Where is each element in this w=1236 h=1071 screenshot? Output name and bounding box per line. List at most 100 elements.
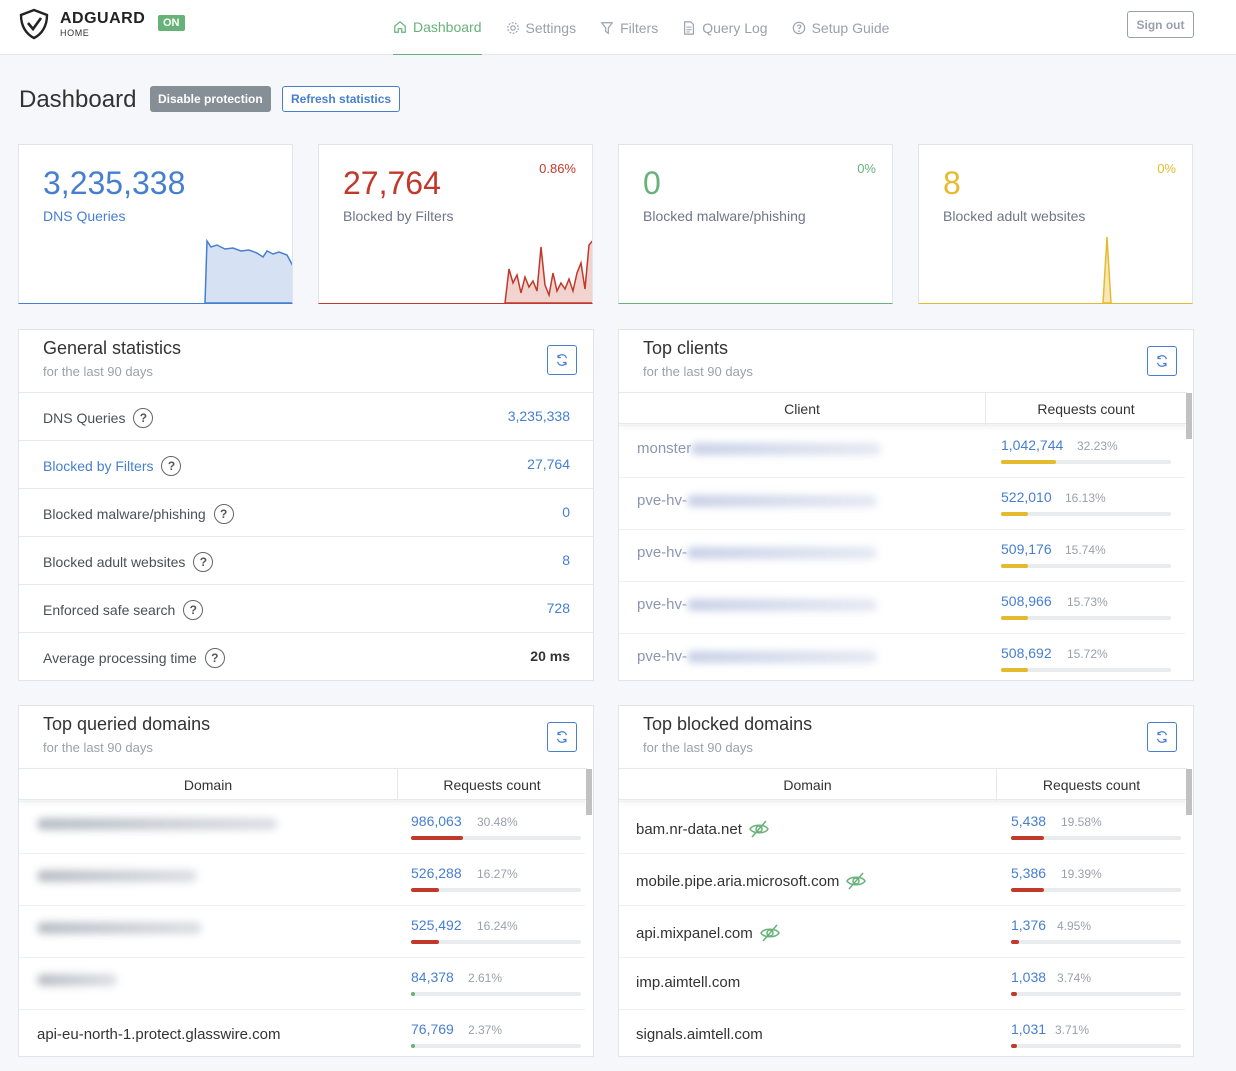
redacted-text [687,546,878,559]
domain-name[interactable]: api-eu-north-1.protect.glasswire.com [37,1026,280,1043]
redacted-domain[interactable] [37,974,117,986]
filter-icon [600,21,614,34]
help-icon[interactable]: ? [213,504,234,524]
refresh-general-button[interactable] [547,345,577,375]
panel-subtitle: for the last 90 days [643,364,753,379]
redacted-domain[interactable] [37,922,202,934]
request-count: 509,176 [1001,541,1052,557]
client-name[interactable]: pve-hv- [637,596,687,613]
refresh-icon [557,731,567,743]
progress-bar [411,836,581,840]
domain-name[interactable]: bam.nr-data.net [636,821,742,838]
nav-setup-guide[interactable]: Setup Guide [792,0,889,55]
request-percent: 16.13% [1065,491,1106,505]
stat-percent: 0% [1157,161,1176,176]
table-row: 84,378 2.61% [19,957,585,1009]
refresh-icon [1157,355,1167,367]
sign-out-button[interactable]: Sign out [1127,11,1194,38]
request-percent: 15.74% [1065,543,1106,557]
request-percent: 19.39% [1061,867,1102,881]
refresh-statistics-button[interactable]: Refresh statistics [282,86,401,112]
help-icon[interactable]: ? [193,552,214,572]
client-name[interactable]: pve-hv- [637,648,687,665]
progress-fill [1011,940,1020,944]
progress-fill [1001,668,1028,672]
row-label: Blocked adult websites [43,554,186,570]
help-icon[interactable]: ? [204,648,225,668]
request-percent: 3.71% [1055,1023,1090,1037]
column-header-requests[interactable]: Requests count [996,777,1187,793]
stat-value: 8 [943,165,961,201]
request-percent: 30.48% [477,815,518,829]
progress-fill [411,992,416,996]
logo-title: ADGUARD [60,9,146,27]
redacted-text [687,494,878,507]
progress-bar [1011,940,1181,944]
row-value: 20 ms [530,648,570,664]
client-name[interactable]: pve-hv- [637,544,687,561]
progress-fill [1011,836,1045,840]
nav-settings[interactable]: Settings [506,0,576,55]
help-circle-icon [792,21,805,34]
scrollbar[interactable] [1186,769,1192,815]
request-count: 508,692 [1001,645,1052,661]
table-row: bam.nr-data.net 5,438 19.58% [619,801,1185,853]
table-row: imp.aimtell.com 1,038 3.74% [619,957,1185,1009]
column-header-requests[interactable]: Requests count [397,777,587,793]
request-percent: 15.72% [1067,647,1108,661]
domain-name[interactable]: signals.aimtell.com [636,1026,763,1043]
progress-bar [1011,992,1181,996]
help-icon[interactable]: ? [183,600,204,620]
request-percent: 19.58% [1061,815,1102,829]
help-icon[interactable]: ? [133,408,154,428]
row-value: 728 [546,600,570,616]
progress-fill [1001,616,1028,620]
progress-fill [411,888,439,892]
refresh-clients-button[interactable] [1147,346,1177,376]
progress-fill [411,836,463,840]
redacted-domain[interactable] [37,818,277,830]
stat-row-adult: Blocked adult websites? 8 [19,536,593,584]
request-count: 5,438 [1011,813,1047,829]
tracker-eye-slash-icon[interactable] [748,818,770,840]
adguard-logo[interactable]: ADGUARD HOME [18,8,145,40]
stat-card-blocked-filters: 27,764 Blocked by Filters 0.86% [318,144,593,304]
progress-fill [1011,1044,1018,1048]
logo-subtitle: HOME [60,27,90,38]
row-label-link[interactable]: Blocked by Filters [43,458,153,474]
nav-filters[interactable]: Filters [600,0,658,55]
column-header-domain[interactable]: Domain [619,777,996,793]
help-icon[interactable]: ? [161,456,182,476]
disable-protection-button[interactable]: Disable protection [150,86,271,112]
table-row: monster 1,042,744 32.23% [619,425,1185,477]
tracker-eye-slash-icon[interactable] [845,870,867,892]
top-queried-domains-panel: Top queried domains for the last 90 days… [18,705,594,1057]
nav-query-log[interactable]: Query Log [682,0,768,55]
stat-label: Blocked adult websites [943,208,1086,224]
tracker-eye-slash-icon[interactable] [759,922,781,944]
redacted-text [687,650,878,663]
client-name[interactable]: pve-hv- [637,492,687,509]
progress-fill [411,1044,416,1048]
column-header-domain[interactable]: Domain [19,777,397,793]
domain-name[interactable]: api.mixpanel.com [636,925,753,942]
home-icon [394,20,406,33]
domain-name[interactable]: mobile.pipe.aria.microsoft.com [636,873,839,890]
nav-dashboard[interactable]: Dashboard [393,0,482,55]
stat-percent: 0.86% [539,161,576,176]
request-count: 526,288 [411,865,462,881]
scrollbar[interactable] [586,769,592,815]
column-header-client[interactable]: Client [619,401,985,417]
progress-bar [411,992,581,996]
scrollbar[interactable] [1186,393,1192,439]
gear-icon [506,21,519,34]
nav-query-log-label: Query Log [702,19,768,36]
top-header: ADGUARD HOME ON Dashboard Settings Filte… [0,0,1236,55]
refresh-queried-button[interactable] [547,722,577,752]
redacted-domain[interactable] [37,870,197,882]
domain-name[interactable]: imp.aimtell.com [636,974,740,991]
refresh-blocked-button[interactable] [1147,722,1177,752]
page-title: Dashboard [19,86,137,113]
client-name[interactable]: monster [637,440,691,457]
column-header-requests[interactable]: Requests count [985,401,1187,417]
